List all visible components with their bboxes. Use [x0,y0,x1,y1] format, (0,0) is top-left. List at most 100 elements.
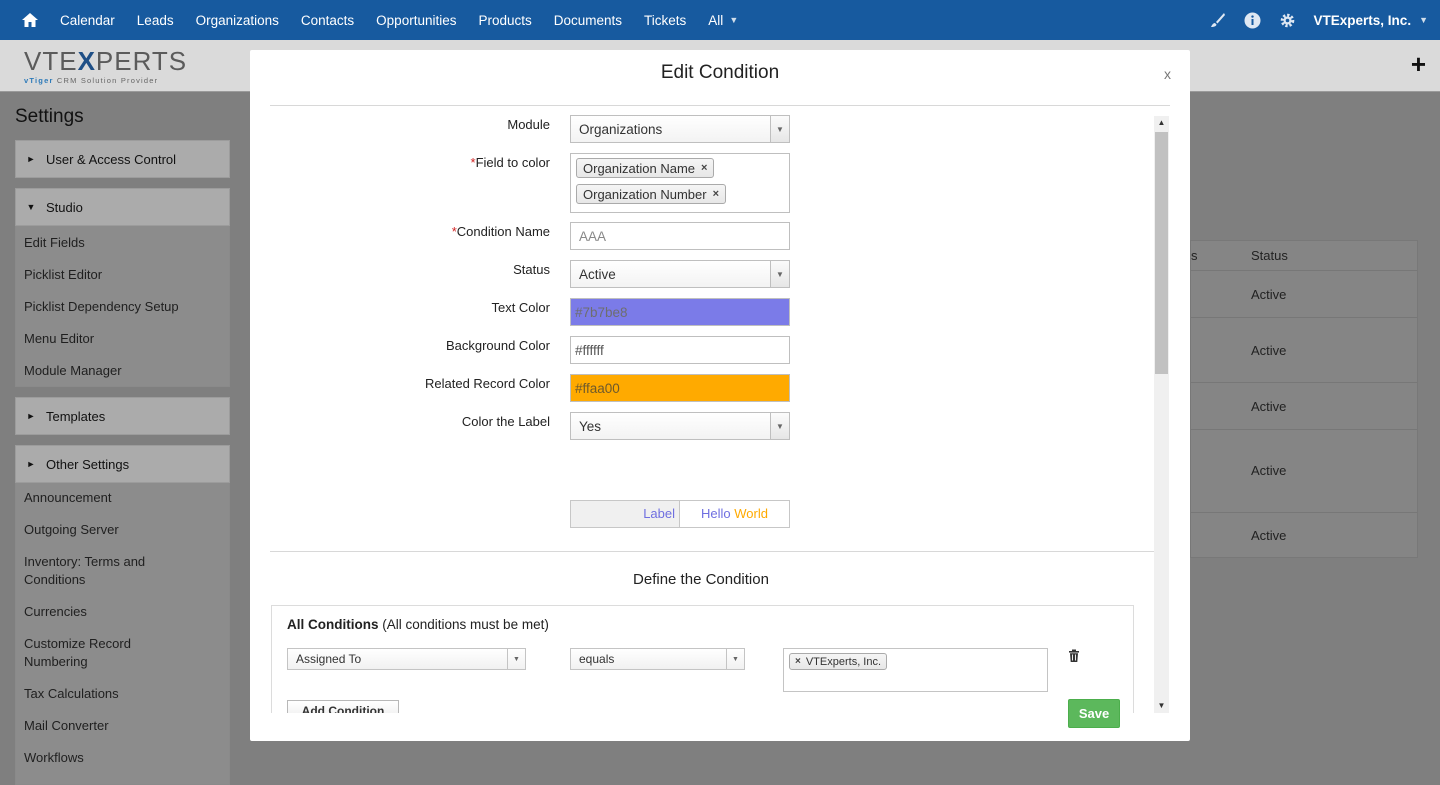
save-button[interactable]: Save [1068,699,1120,728]
nav-tickets[interactable]: Tickets [644,13,686,28]
color-label-label: Color the Label [461,414,550,429]
chevron-down-icon: ▼ [770,413,789,439]
remove-chip-icon[interactable]: × [713,188,719,200]
chip-organization-number: Organization Number × [576,184,726,204]
chip-vtexperts: × VTExperts, Inc. [789,653,888,670]
remove-chip-icon[interactable]: × [795,656,801,667]
user-menu[interactable]: VTExperts, Inc. ▼ [1314,13,1428,28]
condition-field-select[interactable]: Assigned To ▼ [287,648,526,670]
color-preview: Label Hello World [570,500,790,528]
sidebar-item-mail-converter[interactable]: Mail Converter [16,717,229,735]
close-icon[interactable]: x [1164,66,1171,82]
sidebar-section-other-settings[interactable]: ► Other Settings [15,445,230,483]
all-conditions-title: All Conditions (All conditions must be m… [287,617,549,632]
nav-calendar[interactable]: Calendar [60,13,115,28]
paintbrush-icon[interactable] [1210,12,1226,28]
sidebar-section-user-access[interactable]: ► User & Access Control [15,140,230,178]
sidebar-item-tax-calculations[interactable]: Tax Calculations [16,685,229,703]
add-condition-button[interactable]: Add Condition [287,700,399,713]
chevron-down-icon: ▼ [726,649,744,669]
sidebar-section-studio[interactable]: ▼ Studio [15,188,230,226]
background-color-input[interactable]: #ffffff [570,336,790,364]
studio-list: Edit Fields Picklist Editor Picklist Dep… [15,226,230,387]
table-header: s Status [1191,241,1417,271]
condition-operator-select[interactable]: equals ▼ [570,648,745,670]
chevron-down-icon: ▼ [770,261,789,287]
table-row: Active [1191,271,1417,318]
sidebar-item-workflows[interactable]: Workflows [16,749,229,767]
sidebar-item-announcement[interactable]: Announcement [16,489,229,507]
settings-title: Settings [15,106,84,127]
condition-name-label: *Condition Name [451,224,550,239]
vtexperts-logo: VTEXPERTS vTiger CRM Solution Provider [24,46,188,85]
sidebar-item-customize-numbering[interactable]: Customize Record Numbering [16,635,156,671]
preview-label: Label [571,501,681,527]
sidebar-item-inventory-terms[interactable]: Inventory: Terms and Conditions [16,553,156,589]
gear-icon[interactable] [1279,12,1296,29]
related-record-color-label: Related Record Color [424,376,550,391]
scroll-up-arrow-icon[interactable]: ▲ [1154,116,1169,130]
nav-products[interactable]: Products [478,13,531,28]
top-nav-right: VTExperts, Inc. ▼ [1210,0,1428,40]
modal-title: Edit Condition [660,62,780,83]
conditions-table-background: s Status Active Active Active Active Act… [1190,240,1418,558]
table-row: Active [1251,528,1287,543]
info-icon[interactable] [1244,12,1261,29]
divider [270,551,1154,552]
field-to-color-multiselect[interactable]: Organization Name × Organization Number … [570,153,790,213]
background-color-label: Background Color [445,338,550,353]
chevron-down-icon: ▼ [770,116,789,142]
table-row: Active [1191,430,1417,513]
sidebar-item-outgoing-server[interactable]: Outgoing Server [16,521,229,539]
define-condition-title: Define the Condition [633,571,769,588]
nav-leads[interactable]: Leads [137,13,174,28]
nav-all-menu[interactable]: All ▼ [708,13,738,28]
caret-right-icon: ► [26,459,36,469]
trash-icon[interactable] [1068,649,1080,663]
sidebar-item-picklist-editor[interactable]: Picklist Editor [16,266,229,284]
sidebar-item-picklist-dependency[interactable]: Picklist Dependency Setup [16,298,229,316]
other-settings-list: Announcement Outgoing Server Inventory: … [15,483,230,785]
caret-right-icon: ► [26,154,36,164]
sidebar-item-edit-fields[interactable]: Edit Fields [16,234,229,252]
nav-documents[interactable]: Documents [554,13,622,28]
nav-opportunities[interactable]: Opportunities [376,13,456,28]
chevron-down-icon: ▼ [507,649,525,669]
table-row: Active [1191,383,1417,430]
color-label-select[interactable]: Yes ▼ [570,412,790,440]
all-conditions-box: All Conditions (All conditions must be m… [271,605,1134,713]
sidebar-section-templates[interactable]: ► Templates [15,397,230,435]
related-record-color-input[interactable]: #ffaa00 [570,374,790,402]
sidebar-item-module-manager[interactable]: Module Manager [16,362,229,380]
company-name: VTExperts, Inc. [1313,12,1412,28]
nav-contacts[interactable]: Contacts [301,13,354,28]
home-icon[interactable] [21,11,39,29]
top-navigation-bar: Calendar Leads Organizations Contacts Op… [0,0,1440,40]
remove-chip-icon[interactable]: × [701,162,707,174]
condition-value-multiselect[interactable]: × VTExperts, Inc. [783,648,1048,692]
sidebar-item-currencies[interactable]: Currencies [16,603,229,621]
table-row: Active [1191,318,1417,383]
caret-down-icon: ▼ [26,202,36,212]
quick-create-plus-icon[interactable]: + [1411,51,1426,77]
modal-body: Module Organizations ▼ *Field to color O… [270,114,1154,713]
nav-all-label: All [708,12,724,28]
modal-scrollbar[interactable]: ▲ ▼ [1154,116,1169,713]
text-color-label: Text Color [491,300,550,315]
chip-organization-name: Organization Name × [576,158,715,178]
settings-sidebar: Settings ► User & Access Control ▼ Studi… [0,92,247,785]
scroll-down-arrow-icon[interactable]: ▼ [1154,699,1169,713]
caret-right-icon: ► [26,411,36,421]
scrollbar-thumb[interactable] [1155,132,1168,374]
text-color-input[interactable]: #7b7be8 [570,298,790,326]
column-status: Status [1251,248,1288,263]
module-select[interactable]: Organizations ▼ [570,115,790,143]
status-select[interactable]: Active ▼ [570,260,790,288]
condition-name-input[interactable]: AAA [570,222,790,250]
chevron-down-icon: ▼ [1419,15,1428,25]
sidebar-item-menu-editor[interactable]: Menu Editor [16,330,229,348]
module-label: Module [507,117,550,132]
nav-organizations[interactable]: Organizations [196,13,279,28]
chevron-down-icon: ▼ [729,15,739,25]
edit-condition-modal: Edit Condition x Module Organizations ▼ … [250,50,1190,741]
